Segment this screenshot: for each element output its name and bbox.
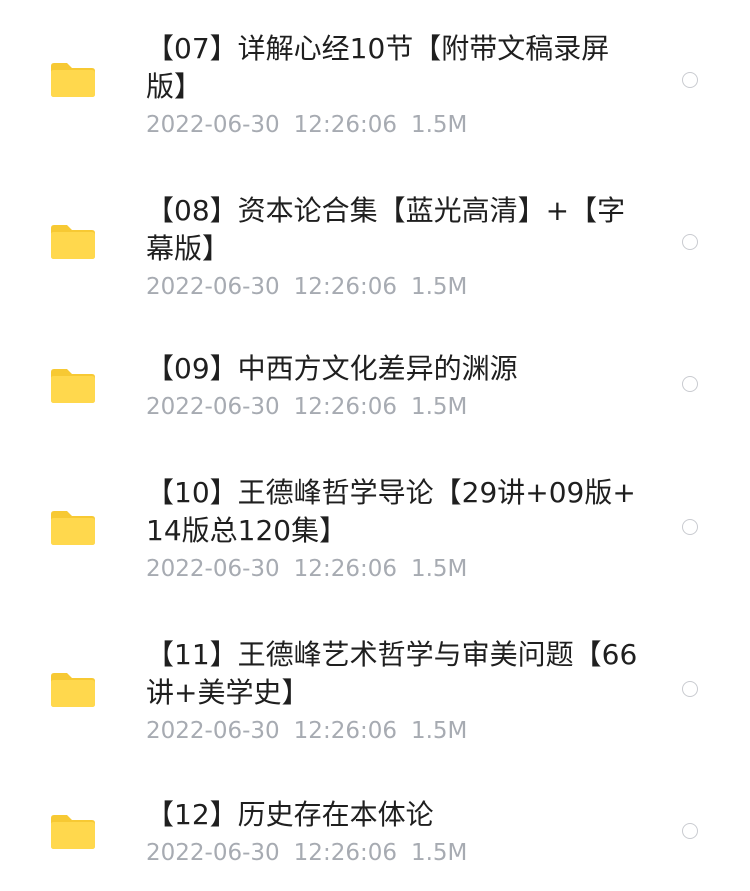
file-title: 【12】历史存在本体论 [146, 798, 434, 831]
file-text: 【10】王德峰哲学导论【29讲+09版+14版总120集】 2022-06-30… [146, 474, 646, 584]
file-time: 12:26:06 [293, 394, 397, 420]
file-text: 【07】详解心经10节【附带文稿录屏版】 2022-06-30 12:26:06 1… [146, 30, 646, 140]
file-size: 1.5M [410, 112, 468, 138]
file-size: 1.5M [410, 274, 468, 300]
radio-unchecked-icon[interactable] [682, 519, 698, 535]
file-date: 2022-06-30 [146, 556, 280, 582]
folder-icon [50, 60, 96, 98]
folder-icon [50, 812, 96, 850]
radio-unchecked-icon[interactable] [682, 681, 698, 697]
file-title: 【07】详解心经10节【附带文稿录屏版】 [146, 32, 610, 103]
radio-unchecked-icon[interactable] [682, 823, 698, 839]
file-date: 2022-06-30 [146, 718, 280, 744]
radio-unchecked-icon[interactable] [682, 72, 698, 88]
radio-unchecked-icon[interactable] [682, 234, 698, 250]
file-date: 2022-06-30 [146, 394, 280, 420]
file-meta: 2022-06-30 12:26:06 1.5M [146, 838, 646, 868]
file-size: 1.5M [410, 556, 468, 582]
file-row-12[interactable]: 【12】历史存在本体论 2022-06-30 12:26:06 1.5M [0, 796, 750, 886]
file-time: 12:26:06 [293, 112, 397, 138]
file-title: 【11】王德峰艺术哲学与审美问题【66讲+美学史】 [146, 638, 638, 709]
file-text: 【09】中西方文化差异的渊源 2022-06-30 12:26:06 1.5M [146, 350, 646, 422]
folder-icon [50, 222, 96, 260]
file-row-11[interactable]: 【11】王德峰艺术哲学与审美问题【66讲+美学史】 2022-06-30 12:2… [0, 634, 750, 764]
file-row-08[interactable]: 【08】资本论合集【蓝光高清】+【字幕版】 2022-06-30 12:26:06… [0, 186, 750, 316]
file-meta: 2022-06-30 12:26:06 1.5M [146, 272, 646, 302]
folder-icon [50, 508, 96, 546]
file-row-07[interactable]: 【07】详解心经10节【附带文稿录屏版】 2022-06-30 12:26:06 1… [0, 24, 750, 154]
folder-icon [50, 366, 96, 404]
file-time: 12:26:06 [293, 274, 397, 300]
file-meta: 2022-06-30 12:26:06 1.5M [146, 110, 646, 140]
file-time: 12:26:06 [293, 840, 397, 866]
folder-icon [50, 670, 96, 708]
file-date: 2022-06-30 [146, 840, 280, 866]
file-meta: 2022-06-30 12:26:06 1.5M [146, 392, 646, 422]
file-title: 【10】王德峰哲学导论【29讲+09版+14版总120集】 [146, 476, 636, 547]
file-size: 1.5M [410, 718, 468, 744]
file-size: 1.5M [410, 840, 468, 866]
file-time: 12:26:06 [293, 556, 397, 582]
file-row-09[interactable]: 【09】中西方文化差异的渊源 2022-06-30 12:26:06 1.5M [0, 348, 750, 438]
file-row-10[interactable]: 【10】王德峰哲学导论【29讲+09版+14版总120集】 2022-06-30… [0, 472, 750, 602]
file-text: 【12】历史存在本体论 2022-06-30 12:26:06 1.5M [146, 796, 646, 868]
file-text: 【08】资本论合集【蓝光高清】+【字幕版】 2022-06-30 12:26:06… [146, 192, 646, 302]
file-size: 1.5M [410, 394, 468, 420]
file-title: 【09】中西方文化差异的渊源 [146, 352, 518, 385]
file-list: 【07】详解心经10节【附带文稿录屏版】 2022-06-30 12:26:06 1… [0, 0, 750, 891]
file-time: 12:26:06 [293, 718, 397, 744]
file-title: 【08】资本论合集【蓝光高清】+【字幕版】 [146, 194, 626, 265]
file-text: 【11】王德峰艺术哲学与审美问题【66讲+美学史】 2022-06-30 12:2… [146, 636, 646, 746]
file-meta: 2022-06-30 12:26:06 1.5M [146, 554, 646, 584]
file-date: 2022-06-30 [146, 112, 280, 138]
file-date: 2022-06-30 [146, 274, 280, 300]
file-meta: 2022-06-30 12:26:06 1.5M [146, 716, 646, 746]
radio-unchecked-icon[interactable] [682, 376, 698, 392]
